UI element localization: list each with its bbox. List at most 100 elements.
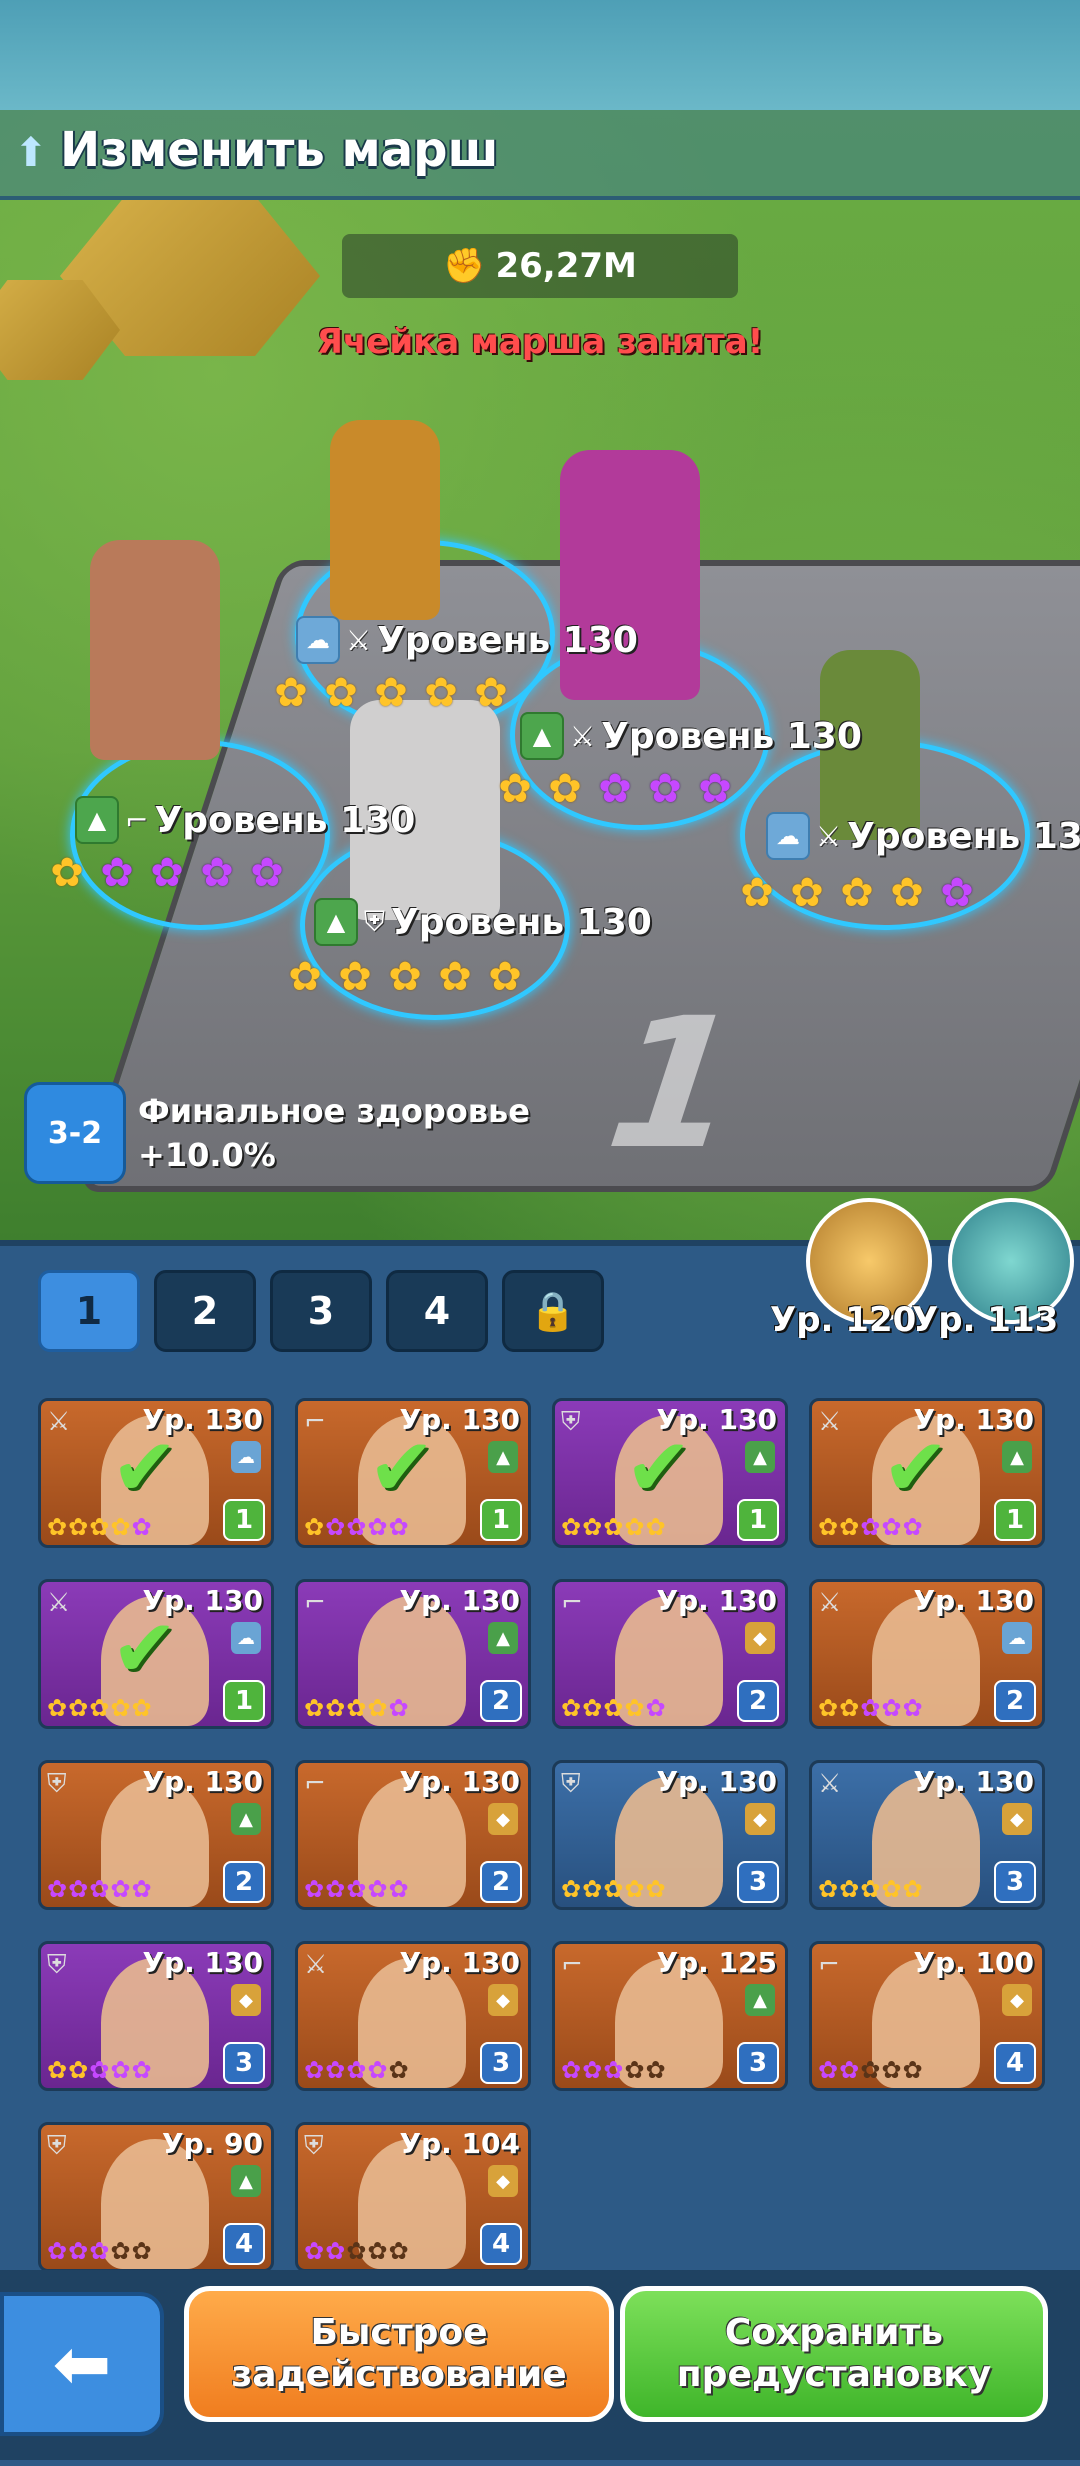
- gold-star-icon: ✿: [50, 850, 84, 896]
- hero-card-level: Ур. 104: [399, 2127, 520, 2160]
- shield-icon: ⛨: [561, 1407, 581, 1437]
- gold-star-icon: ✿: [488, 954, 522, 1000]
- selected-check-icon: ✔: [111, 1602, 179, 1695]
- hero-level-label: Уровень 130: [601, 715, 862, 757]
- purple-star-icon: ✿: [68, 1875, 89, 1903]
- hero-card[interactable]: ⚔ Ур. 130 ◆ ✿ ✿ ✿ ✿ ✿ 3: [809, 1760, 1045, 1910]
- gold-star-icon: ✿: [839, 1694, 860, 1722]
- rifle-icon: ⚔: [304, 1950, 328, 1980]
- march-number-badge: 3: [737, 2042, 779, 2084]
- back-button[interactable]: ⬅: [0, 2292, 164, 2436]
- hero-card[interactable]: ⚔ Ур. 130 ▲ ✿ ✿ ✿ ✿ ✿ 1 ✔: [809, 1398, 1045, 1548]
- selected-check-icon: ✔: [625, 1421, 693, 1514]
- tab-locked[interactable]: 🔒: [502, 1270, 604, 1352]
- faction-icon: ▲: [745, 1441, 775, 1473]
- hero-card[interactable]: ⛨ Ур. 130 ▲ ✿ ✿ ✿ ✿ ✿ 1 ✔: [552, 1398, 788, 1548]
- hero-level-label: Уровень 130: [847, 815, 1080, 857]
- purple-star-icon: ✿: [325, 2237, 346, 2265]
- gold-star-icon: ✿: [818, 1694, 839, 1722]
- selected-check-icon: ✔: [368, 1421, 436, 1514]
- hero-model[interactable]: [90, 540, 220, 760]
- hero-card-stars: ✿ ✿ ✿ ✿ ✿: [818, 1696, 923, 1720]
- pet-level-label: Ур. 113: [912, 1300, 1059, 1340]
- gold-star-icon: ✿: [790, 870, 824, 916]
- pistol-icon: ⌐: [818, 1950, 840, 1980]
- purple-star-icon: ✿: [598, 766, 632, 812]
- purple-star-icon: ✿: [131, 1513, 152, 1541]
- hero-card-level: Ур. 125: [656, 1946, 777, 1979]
- hero-card[interactable]: ⌐ Ур. 100 ◆ ✿ ✿ ✿ ✿ ✿ 4: [809, 1941, 1045, 2091]
- gold-star-icon: ✿: [603, 1513, 624, 1541]
- march-number-badge: 1: [737, 1499, 779, 1541]
- hero-card-stars: ✿ ✿ ✿ ✿ ✿: [304, 2239, 409, 2263]
- hero-card[interactable]: ⚔ Ур. 130 ☁ ✿ ✿ ✿ ✿ ✿ 1 ✔: [38, 1579, 274, 1729]
- empty-star-icon: ✿: [388, 2237, 409, 2265]
- purple-star-icon: ✿: [839, 2056, 860, 2084]
- lock-icon: 🔒: [529, 1288, 577, 1333]
- hero-card[interactable]: ⛨ Ур. 130 ◆ ✿ ✿ ✿ ✿ ✿ 3: [38, 1941, 274, 2091]
- hero-card[interactable]: ⌐ Ур. 125 ▲ ✿ ✿ ✿ ✿ ✿ 3: [552, 1941, 788, 2091]
- march-tabs: 1 2 3 4 🔒: [38, 1270, 604, 1352]
- hero-card[interactable]: ⌐ Ур. 130 ◆ ✿ ✿ ✿ ✿ ✿ 2: [552, 1579, 788, 1729]
- selected-check-icon: ✔: [111, 1421, 179, 1514]
- hero-card[interactable]: ⚔ Ур. 130 ☁ ✿ ✿ ✿ ✿ ✿ 1 ✔: [38, 1398, 274, 1548]
- rifle-icon: ⚔: [818, 1588, 842, 1618]
- hero-card-stars: ✿ ✿ ✿ ✿ ✿: [304, 1515, 409, 1539]
- hero-card-level: Ур. 130: [399, 1584, 520, 1617]
- march-number-badge: 2: [994, 1680, 1036, 1722]
- hero-card[interactable]: ⛨ Ур. 104 ◆ ✿ ✿ ✿ ✿ ✿ 4: [295, 2122, 531, 2272]
- hero-card[interactable]: ⚔ Ур. 130 ☁ ✿ ✿ ✿ ✿ ✿ 2: [809, 1579, 1045, 1729]
- hero-card-stars: ✿ ✿ ✿ ✿ ✿: [561, 1515, 666, 1539]
- hero-stars: ✿ ✿ ✿ ✿ ✿: [44, 850, 290, 896]
- hero-card[interactable]: ⚔ Ур. 130 ◆ ✿ ✿ ✿ ✿ ✿ 3: [295, 1941, 531, 2091]
- gold-star-icon: ✿: [890, 870, 924, 916]
- tab-march-2[interactable]: 2: [154, 1270, 256, 1352]
- hero-card-level: Ур. 130: [913, 1765, 1034, 1798]
- purple-star-icon: ✿: [388, 1513, 409, 1541]
- hero-card[interactable]: ⌐ Ур. 130 ▲ ✿ ✿ ✿ ✿ ✿ 2: [295, 1579, 531, 1729]
- march-number-badge: 1: [994, 1499, 1036, 1541]
- faction-icon: ▲: [75, 796, 119, 844]
- hero-card[interactable]: ⌐ Ур. 130 ▲ ✿ ✿ ✿ ✿ ✿ 1 ✔: [295, 1398, 531, 1548]
- purple-star-icon: ✿: [860, 1694, 881, 1722]
- gold-star-icon: ✿: [603, 1875, 624, 1903]
- hero-card[interactable]: ⛨ Ур. 130 ▲ ✿ ✿ ✿ ✿ ✿ 2: [38, 1760, 274, 1910]
- tab-march-3[interactable]: 3: [270, 1270, 372, 1352]
- gold-star-icon: ✿: [740, 870, 774, 916]
- faction-icon: ◆: [1002, 1803, 1032, 1835]
- hero-card[interactable]: ⛨ Ур. 130 ◆ ✿ ✿ ✿ ✿ ✿ 3: [552, 1760, 788, 1910]
- empty-star-icon: ✿: [860, 2056, 881, 2084]
- empty-star-icon: ✿: [110, 2237, 131, 2265]
- tab-march-1[interactable]: 1: [38, 1270, 140, 1352]
- faction-icon: ▲: [314, 898, 358, 946]
- purple-star-icon: ✿: [100, 850, 134, 896]
- gold-star-icon: ✿: [582, 1875, 603, 1903]
- gold-star-icon: ✿: [624, 1875, 645, 1903]
- purple-star-icon: ✿: [304, 2237, 325, 2265]
- hero-model[interactable]: [330, 420, 440, 620]
- gold-star-icon: ✿: [346, 1694, 367, 1722]
- gold-star-icon: ✿: [304, 1694, 325, 1722]
- purple-star-icon: ✿: [346, 2056, 367, 2084]
- fist-icon: ✊: [443, 246, 486, 286]
- gold-star-icon: ✿: [645, 1513, 666, 1541]
- save-preset-button[interactable]: Сохранить предустановку: [620, 2286, 1048, 2422]
- hero-level-tag: ☁ ⚔ Уровень 130: [296, 616, 638, 664]
- shield-icon: ⛨: [47, 1950, 67, 1980]
- gold-star-icon: ✿: [110, 1694, 131, 1722]
- hero-card[interactable]: ⛨ Ур. 90 ▲ ✿ ✿ ✿ ✿ ✿ 4: [38, 2122, 274, 2272]
- march-number-badge: 4: [994, 2042, 1036, 2084]
- hero-level-label: Уровень 130: [377, 619, 638, 661]
- shield-icon: ⛨: [561, 1769, 581, 1799]
- quick-deploy-button[interactable]: Быстрое задействование: [184, 2286, 614, 2422]
- faction-icon: ◆: [1002, 1984, 1032, 2016]
- gold-star-icon: ✿: [561, 1875, 582, 1903]
- faction-icon: ▲: [231, 1803, 261, 1835]
- faction-icon: ▲: [1002, 1441, 1032, 1473]
- faction-icon: ◆: [488, 1984, 518, 2016]
- march-number-badge: 3: [480, 2042, 522, 2084]
- tab-march-4[interactable]: 4: [386, 1270, 488, 1352]
- hero-card[interactable]: ⌐ Ур. 130 ◆ ✿ ✿ ✿ ✿ ✿ 2: [295, 1760, 531, 1910]
- final-health-bonus[interactable]: 3-2 Финальное здоровье +10.0%: [24, 1082, 530, 1184]
- gold-star-icon: ✿: [438, 954, 472, 1000]
